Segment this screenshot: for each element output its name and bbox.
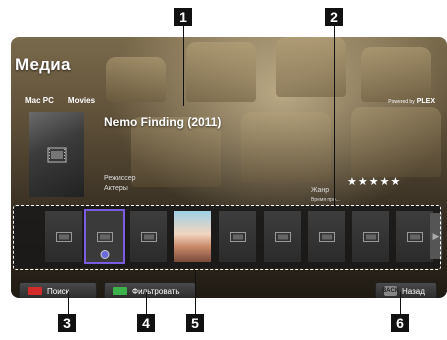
duration-label: Время про... bbox=[311, 197, 340, 203]
rating-stars: ★★★★★ bbox=[347, 175, 401, 188]
seat-decoration bbox=[186, 42, 256, 102]
search-button[interactable]: Поиск bbox=[19, 282, 97, 298]
callout-line-4 bbox=[146, 292, 147, 314]
breadcrumb-item-movies[interactable]: Movies bbox=[68, 96, 95, 105]
genre-label: Жанр bbox=[311, 187, 330, 194]
star-icon: ★ bbox=[347, 176, 358, 188]
movie-poster bbox=[29, 112, 84, 197]
film-icon bbox=[47, 147, 66, 162]
powered-by-text: Powered by bbox=[388, 99, 415, 105]
movie-title: Nemo Finding (2011) bbox=[104, 115, 222, 129]
director-label: Режиссер bbox=[104, 175, 136, 182]
filter-button[interactable]: Фильтровать bbox=[104, 282, 196, 298]
back-button[interactable]: BACK Назад bbox=[375, 282, 437, 298]
callout-line-3 bbox=[68, 292, 69, 314]
callout-6: 6 bbox=[391, 314, 409, 332]
filter-button-label: Фильтровать bbox=[132, 286, 180, 296]
seat-decoration bbox=[241, 112, 331, 182]
callout-line-2 bbox=[334, 26, 335, 206]
star-icon: ★ bbox=[379, 176, 391, 188]
breadcrumb: Mac PC Movies bbox=[25, 96, 95, 105]
callout-line-5 bbox=[195, 270, 196, 314]
app-title: Медиа bbox=[15, 55, 71, 74]
callout-2: 2 bbox=[325, 8, 343, 26]
seat-decoration bbox=[276, 37, 346, 97]
search-button-label: Поиск bbox=[47, 286, 70, 296]
powered-by-plex: Powered by PLEX bbox=[388, 98, 435, 105]
callout-4: 4 bbox=[137, 314, 155, 332]
breadcrumb-item-mac-pc[interactable]: Mac PC bbox=[25, 96, 54, 105]
star-icon: ★ bbox=[357, 176, 369, 188]
star-icon: ★ bbox=[368, 176, 380, 188]
green-key-icon bbox=[113, 287, 127, 295]
back-button-label: Назад bbox=[402, 286, 425, 296]
actors-label: Актеры bbox=[104, 185, 128, 192]
plex-logo: PLEX bbox=[416, 98, 435, 105]
callout-1: 1 bbox=[174, 8, 192, 26]
callout-line-6 bbox=[400, 292, 401, 314]
red-key-icon bbox=[28, 287, 42, 295]
callout-3: 3 bbox=[58, 314, 76, 332]
seat-decoration bbox=[106, 57, 166, 102]
seat-decoration bbox=[361, 47, 431, 102]
callout-line-1 bbox=[183, 26, 184, 106]
star-icon: ★ bbox=[390, 176, 402, 188]
thumbnail-strip-highlight bbox=[13, 205, 441, 270]
callout-5: 5 bbox=[186, 314, 204, 332]
back-key-icon: BACK bbox=[381, 286, 400, 296]
seat-decoration bbox=[351, 107, 441, 177]
